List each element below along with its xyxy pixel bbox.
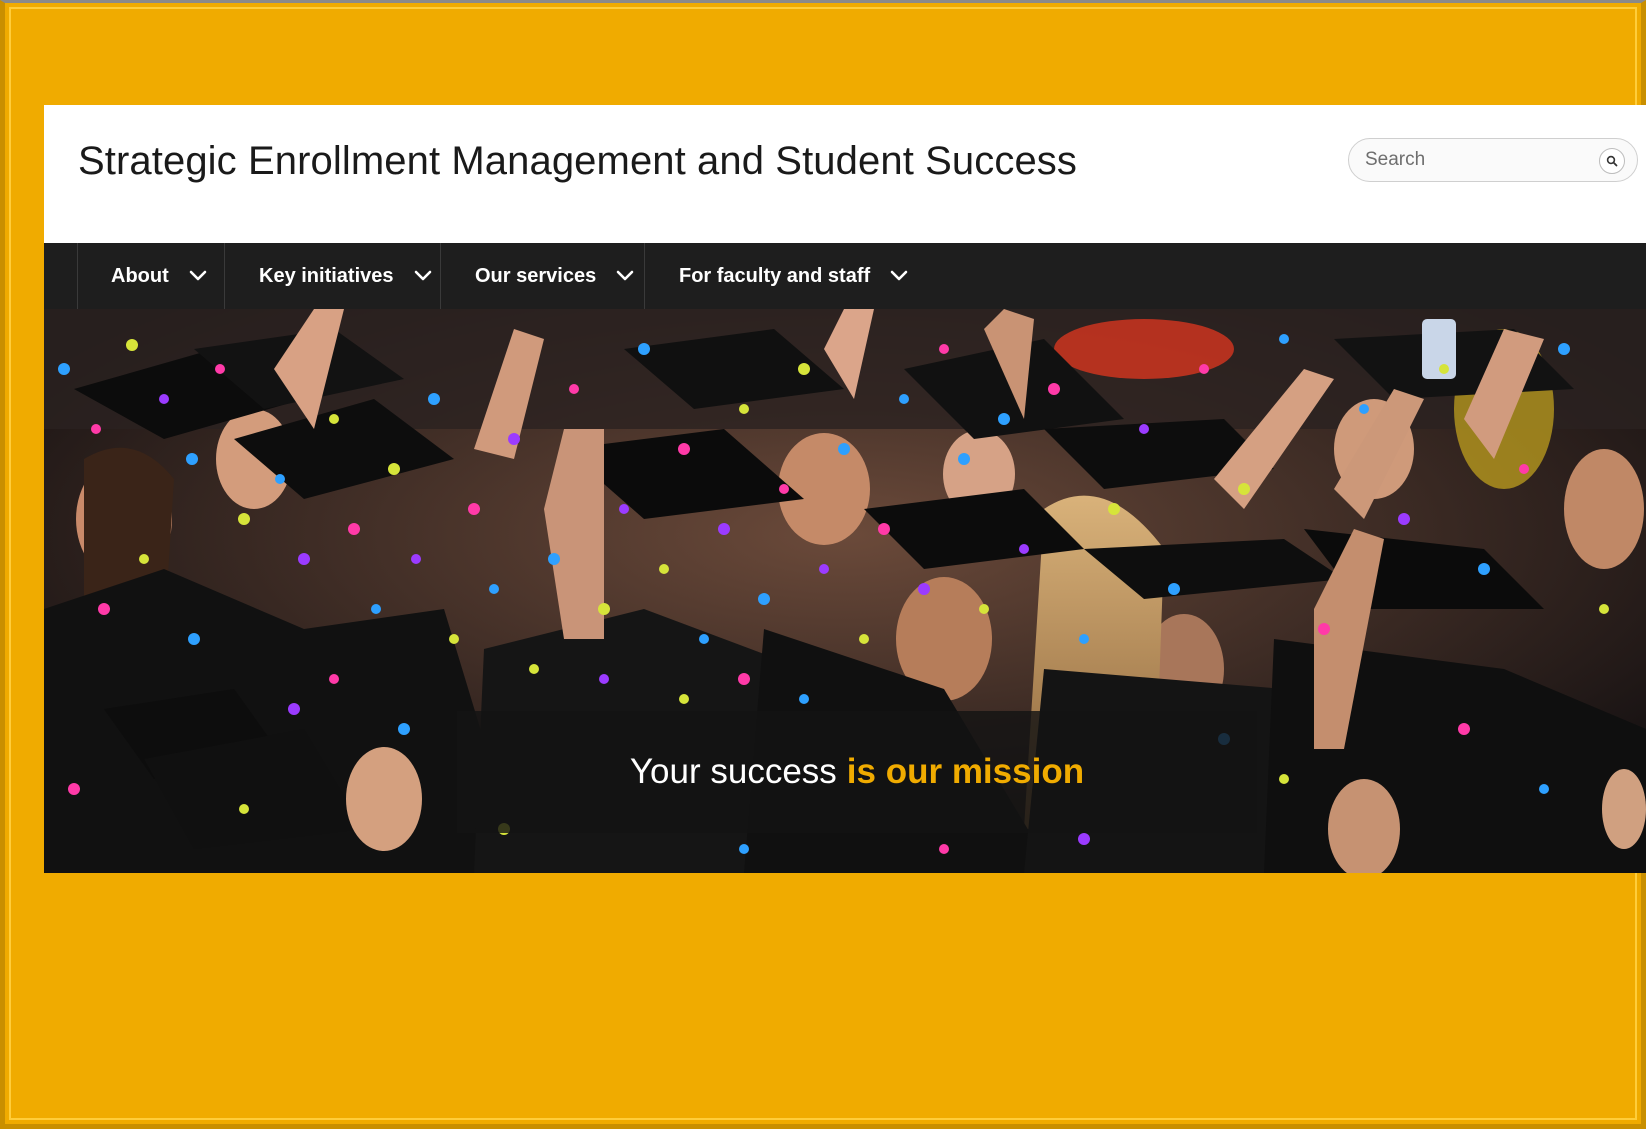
nav-item-label: For faculty and staff [679, 264, 871, 287]
nav-item-label: Key initiatives [259, 264, 394, 287]
nav-item-for-faculty-and-staff[interactable]: For faculty and staff [644, 243, 934, 309]
chevron-down-icon [890, 270, 908, 282]
search-box [1348, 138, 1638, 182]
chevron-down-icon [414, 270, 432, 282]
nav-item-our-services[interactable]: Our services [440, 243, 644, 309]
search-icon [1606, 155, 1618, 167]
search-button[interactable] [1599, 148, 1625, 174]
main-nav: About Key initiatives Our services For f… [44, 243, 1646, 309]
nav-item-label: About [111, 264, 169, 287]
hero-image: Your success is our mission [44, 309, 1646, 873]
site-title[interactable]: Strategic Enrollment Management and Stud… [78, 139, 1077, 184]
nav-item-about[interactable]: About [77, 243, 224, 309]
hero-tagline-banner: Your success is our mission [457, 711, 1257, 833]
chevron-down-icon [616, 270, 634, 282]
website: Strategic Enrollment Management and Stud… [44, 105, 1646, 873]
search-input[interactable] [1363, 148, 1577, 172]
chevron-down-icon [189, 270, 207, 282]
nav-item-label: Our services [475, 264, 597, 287]
tagline-text: Your success [629, 752, 837, 791]
site-header: Strategic Enrollment Management and Stud… [44, 105, 1646, 243]
nav-item-key-initiatives[interactable]: Key initiatives [224, 243, 440, 309]
tagline-highlight: is our mission [846, 752, 1085, 791]
